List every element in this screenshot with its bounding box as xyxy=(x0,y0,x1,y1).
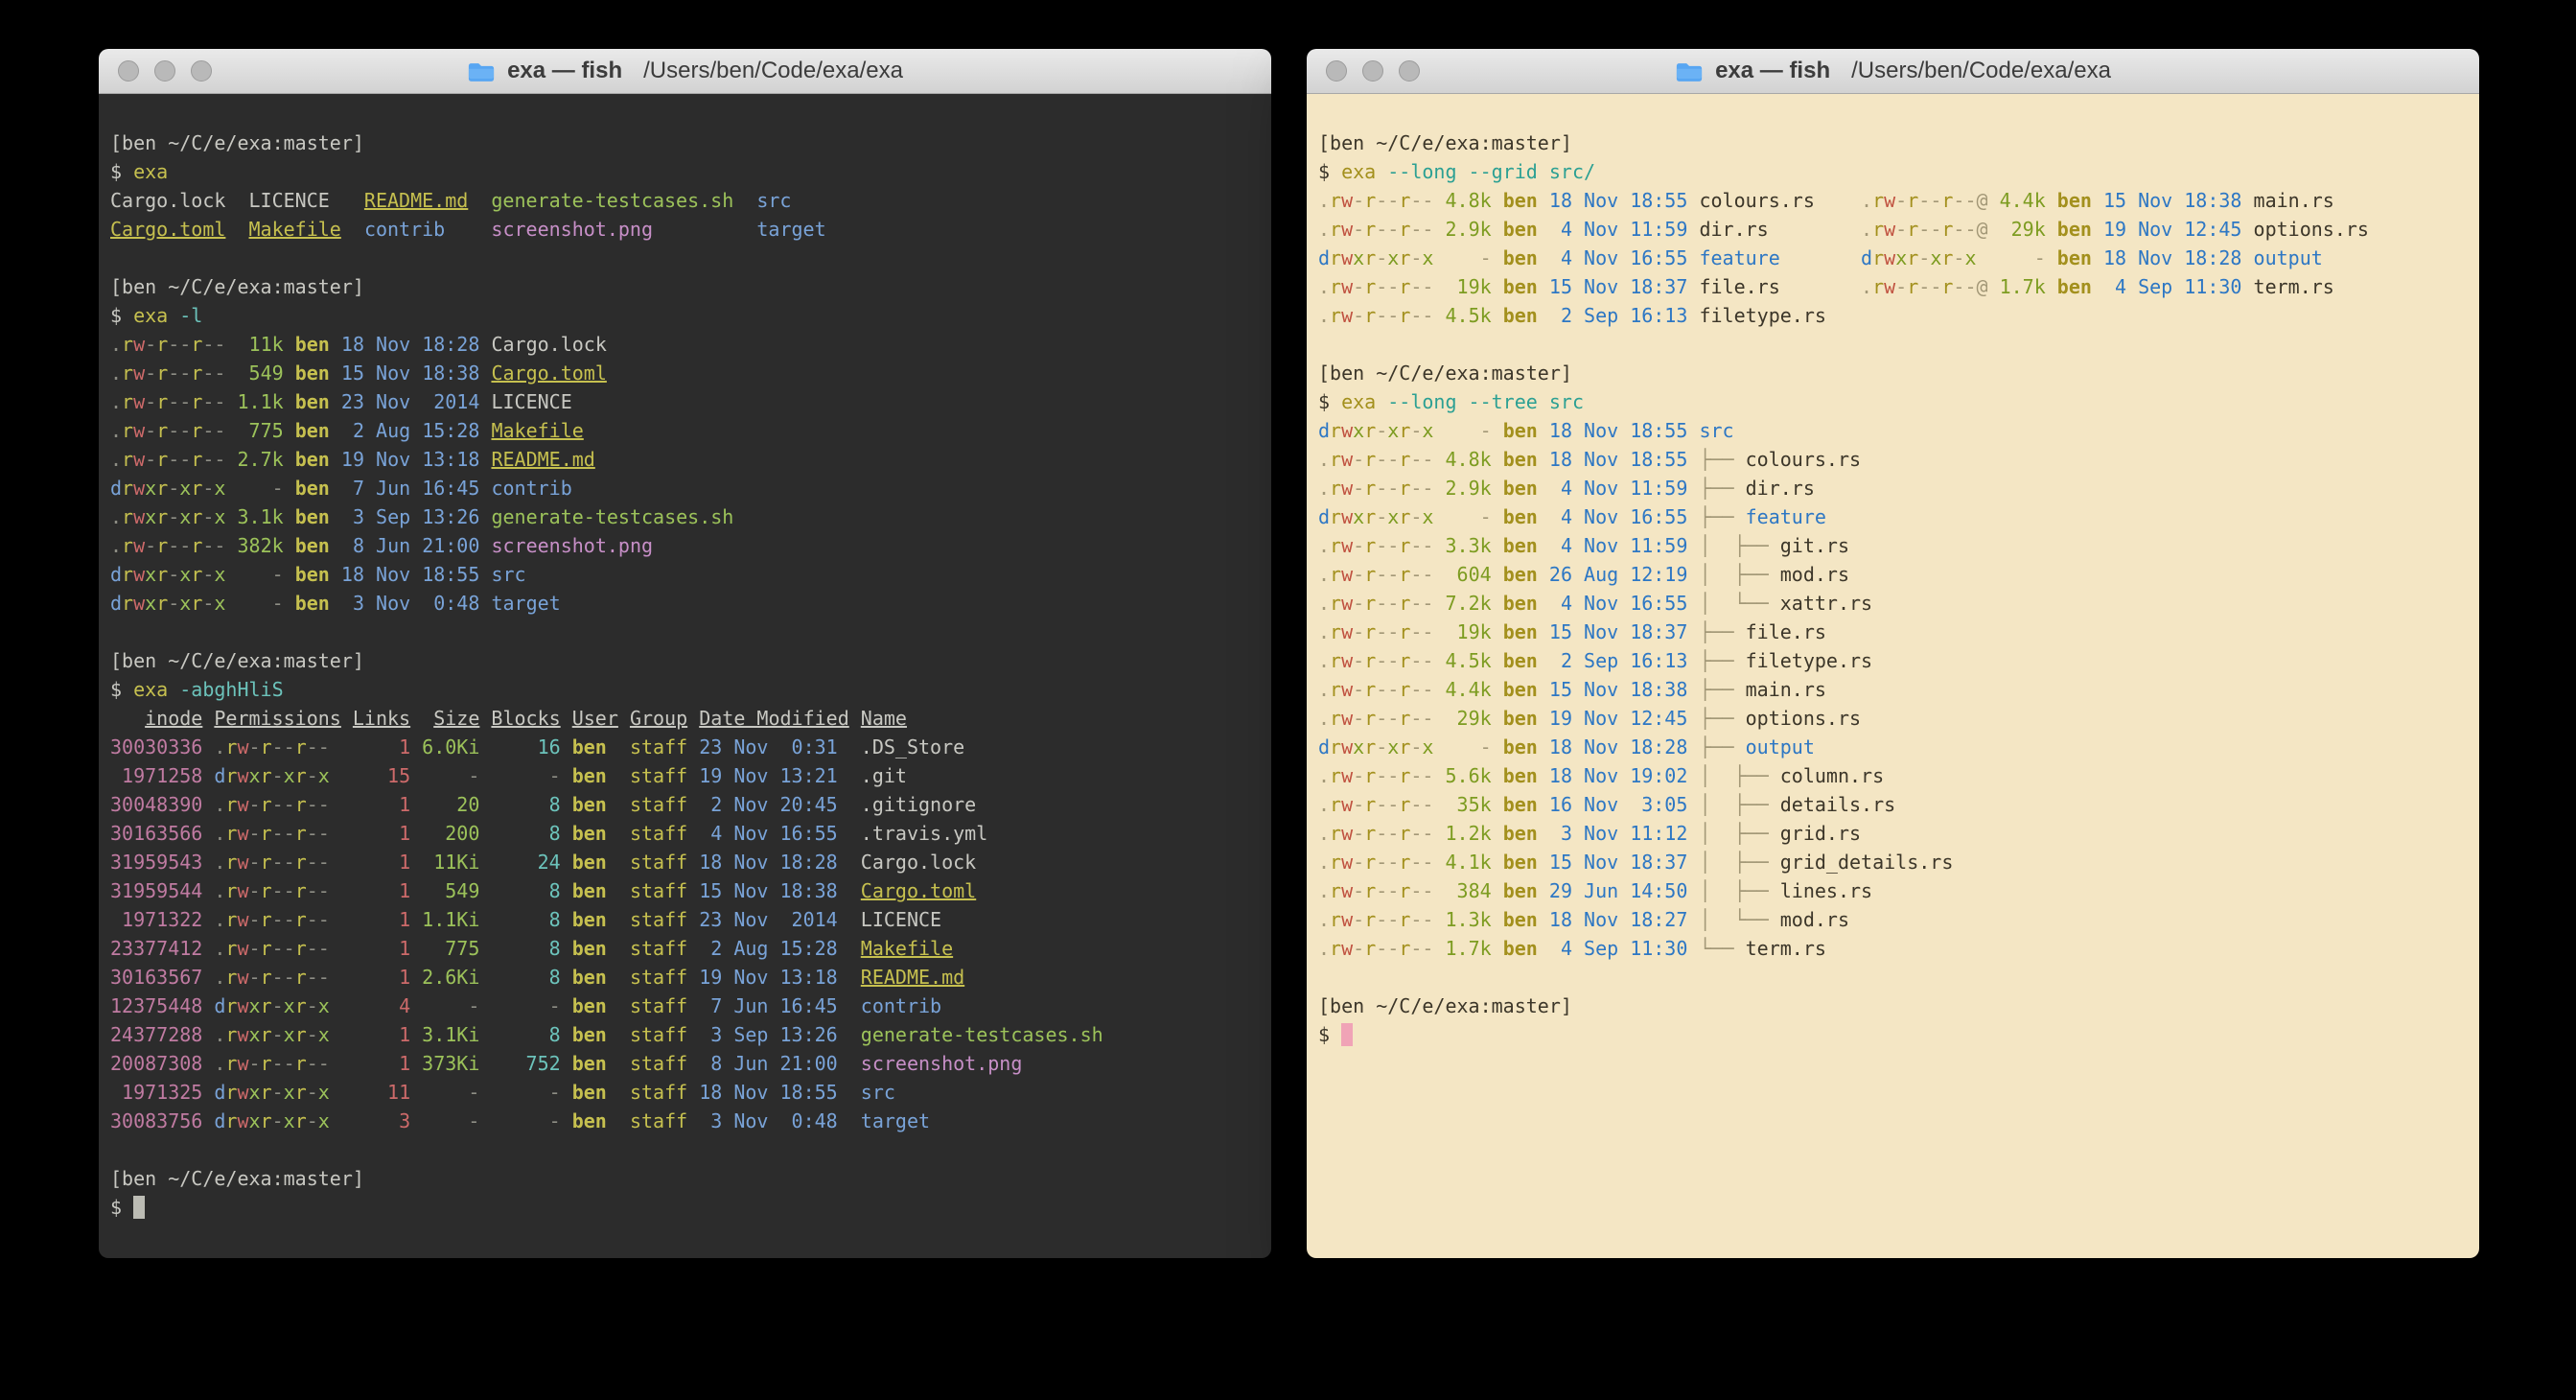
terminal-line: drwxr-xr-x - ben 18 Nov 18:55 src xyxy=(1318,416,2479,445)
terminal-line: 1971322 .rw-r--r-- 1 1.1Ki 8 ben staff 2… xyxy=(110,905,1271,934)
titlebar[interactable]: exa — fish /Users/ben/Code/exa/exa xyxy=(99,49,1271,94)
terminal-line: .rw-r--r-- 4.8k ben 18 Nov 18:55 colours… xyxy=(1318,186,2479,215)
window-title-path: /Users/ben/Code/exa/exa xyxy=(643,58,903,84)
close-button[interactable] xyxy=(1326,60,1347,82)
terminal-line: [ben ~/C/e/exa:master] xyxy=(1318,992,2479,1020)
terminal-line: $ exa --long --tree src xyxy=(1318,387,2479,416)
terminal-line: drwxr-xr-x - ben 4 Nov 16:55 feature drw… xyxy=(1318,244,2479,272)
terminal-line: .rw-r--r-- 3.3k ben 4 Nov 11:59 │ ├── gi… xyxy=(1318,531,2479,560)
window-title: exa — fish /Users/ben/Code/exa/exa xyxy=(1675,58,2111,84)
terminal-line xyxy=(110,1135,1271,1164)
terminal-line: .rw-r--r-- 4.1k ben 15 Nov 18:37 │ ├── g… xyxy=(1318,848,2479,876)
titlebar[interactable]: exa — fish /Users/ben/Code/exa/exa xyxy=(1307,49,2479,94)
terminal-line: drwxr-xr-x - ben 3 Nov 0:48 target xyxy=(110,589,1271,618)
terminal-line: .rw-r--r-- 19k ben 15 Nov 18:37 ├── file… xyxy=(1318,618,2479,646)
zoom-button[interactable] xyxy=(1399,60,1420,82)
terminal-line: .rwxr-xr-x 3.1k ben 3 Sep 13:26 generate… xyxy=(110,502,1271,531)
terminal-cursor xyxy=(1341,1023,1353,1046)
terminal-line: .rw-r--r-- 19k ben 15 Nov 18:37 file.rs … xyxy=(1318,272,2479,301)
terminal-line xyxy=(110,244,1271,272)
terminal-line: $ exa -abghHliS xyxy=(110,675,1271,704)
terminal-line: .rw-r--r-- 5.6k ben 18 Nov 19:02 │ ├── c… xyxy=(1318,761,2479,790)
terminal-line xyxy=(1318,330,2479,359)
terminal-window-light: exa — fish /Users/ben/Code/exa/exa [ben … xyxy=(1307,49,2479,1258)
terminal-line: $ xyxy=(110,1193,1271,1222)
terminal-line: 1971258 drwxr-xr-x 15 - - ben staff 19 N… xyxy=(110,761,1271,790)
terminal-line xyxy=(1318,963,2479,992)
terminal-line: .rw-r--r-- 549 ben 15 Nov 18:38 Cargo.to… xyxy=(110,359,1271,387)
folder-icon xyxy=(1675,59,1704,83)
terminal-line: [ben ~/C/e/exa:master] xyxy=(110,272,1271,301)
terminal-line: .rw-r--r-- 4.5k ben 2 Sep 16:13 filetype… xyxy=(1318,301,2479,330)
terminal-line: .rw-r--r-- 775 ben 2 Aug 15:28 Makefile xyxy=(110,416,1271,445)
terminal-line: $ exa --long --grid src/ xyxy=(1318,157,2479,186)
terminal-line: 31959544 .rw-r--r-- 1 549 8 ben staff 15… xyxy=(110,876,1271,905)
terminal-line: Cargo.lock LICENCE README.md generate-te… xyxy=(110,186,1271,215)
terminal-line: [ben ~/C/e/exa:master] xyxy=(1318,359,2479,387)
terminal-output[interactable]: [ben ~/C/e/exa:master]$ exaCargo.lock LI… xyxy=(99,94,1271,1258)
terminal-line: .rw-r--r-- 604 ben 26 Aug 12:19 │ ├── mo… xyxy=(1318,560,2479,589)
terminal-line: .rw-r--r-- 384 ben 29 Jun 14:50 │ ├── li… xyxy=(1318,876,2479,905)
terminal-line: .rw-r--r-- 382k ben 8 Jun 21:00 screensh… xyxy=(110,531,1271,560)
terminal-line: drwxr-xr-x - ben 4 Nov 16:55 ├── feature xyxy=(1318,502,2479,531)
terminal-line: .rw-r--r-- 2.7k ben 19 Nov 13:18 README.… xyxy=(110,445,1271,474)
window-title-app: exa — fish xyxy=(507,58,622,84)
terminal-window-dark: exa — fish /Users/ben/Code/exa/exa [ben … xyxy=(99,49,1271,1258)
terminal-line: [ben ~/C/e/exa:master] xyxy=(110,1164,1271,1193)
terminal-line: .rw-r--r-- 35k ben 16 Nov 3:05 │ ├── det… xyxy=(1318,790,2479,819)
close-button[interactable] xyxy=(118,60,139,82)
terminal-line: [ben ~/C/e/exa:master] xyxy=(110,128,1271,157)
terminal-line: $ xyxy=(1318,1020,2479,1049)
desktop-background: exa — fish /Users/ben/Code/exa/exa [ben … xyxy=(0,0,2576,1400)
terminal-line: .rw-r--r-- 2.9k ben 4 Nov 11:59 dir.rs .… xyxy=(1318,215,2479,244)
window-title: exa — fish /Users/ben/Code/exa/exa xyxy=(467,58,903,84)
terminal-line xyxy=(110,618,1271,646)
terminal-line: 30163567 .rw-r--r-- 1 2.6Ki 8 ben staff … xyxy=(110,963,1271,992)
window-controls xyxy=(118,49,212,93)
terminal-line: [ben ~/C/e/exa:master] xyxy=(1318,128,2479,157)
terminal-line: 31959543 .rw-r--r-- 1 11Ki 24 ben staff … xyxy=(110,848,1271,876)
terminal-line: .rw-r--r-- 7.2k ben 4 Nov 16:55 │ └── xa… xyxy=(1318,589,2479,618)
terminal-line: .rw-r--r-- 1.1k ben 23 Nov 2014 LICENCE xyxy=(110,387,1271,416)
terminal-line: 30030336 .rw-r--r-- 1 6.0Ki 16 ben staff… xyxy=(110,733,1271,761)
terminal-line: 1971325 drwxr-xr-x 11 - - ben staff 18 N… xyxy=(110,1078,1271,1107)
terminal-line: inode Permissions Links Size Blocks User… xyxy=(110,704,1271,733)
terminal-line: Cargo.toml Makefile contrib screenshot.p… xyxy=(110,215,1271,244)
terminal-line: .rw-r--r-- 11k ben 18 Nov 18:28 Cargo.lo… xyxy=(110,330,1271,359)
window-title-path: /Users/ben/Code/exa/exa xyxy=(1851,58,2111,84)
minimize-button[interactable] xyxy=(154,60,175,82)
window-controls xyxy=(1326,49,1420,93)
terminal-line: .rw-r--r-- 1.7k ben 4 Sep 11:30 └── term… xyxy=(1318,934,2479,963)
terminal-line: .rw-r--r-- 4.4k ben 15 Nov 18:38 ├── mai… xyxy=(1318,675,2479,704)
terminal-line: 12375448 drwxr-xr-x 4 - - ben staff 7 Ju… xyxy=(110,992,1271,1020)
terminal-line: .rw-r--r-- 4.5k ben 2 Sep 16:13 ├── file… xyxy=(1318,646,2479,675)
terminal-line: .rw-r--r-- 29k ben 19 Nov 12:45 ├── opti… xyxy=(1318,704,2479,733)
terminal-line: .rw-r--r-- 1.3k ben 18 Nov 18:27 │ └── m… xyxy=(1318,905,2479,934)
terminal-line: .rw-r--r-- 1.2k ben 3 Nov 11:12 │ ├── gr… xyxy=(1318,819,2479,848)
terminal-line: $ exa xyxy=(110,157,1271,186)
window-title-app: exa — fish xyxy=(1715,58,1830,84)
terminal-line: 20087308 .rw-r--r-- 1 373Ki 752 ben staf… xyxy=(110,1049,1271,1078)
terminal-line: drwxr-xr-x - ben 18 Nov 18:28 ├── output xyxy=(1318,733,2479,761)
terminal-line: 30083756 drwxr-xr-x 3 - - ben staff 3 No… xyxy=(110,1107,1271,1135)
minimize-button[interactable] xyxy=(1362,60,1383,82)
terminal-line: drwxr-xr-x - ben 7 Jun 16:45 contrib xyxy=(110,474,1271,502)
terminal-line: 24377288 .rwxr-xr-x 1 3.1Ki 8 ben staff … xyxy=(110,1020,1271,1049)
folder-icon xyxy=(467,59,496,83)
terminal-cursor xyxy=(133,1196,145,1219)
terminal-line: drwxr-xr-x - ben 18 Nov 18:55 src xyxy=(110,560,1271,589)
terminal-line: 30048390 .rw-r--r-- 1 20 8 ben staff 2 N… xyxy=(110,790,1271,819)
zoom-button[interactable] xyxy=(191,60,212,82)
terminal-line: 23377412 .rw-r--r-- 1 775 8 ben staff 2 … xyxy=(110,934,1271,963)
terminal-line: $ exa -l xyxy=(110,301,1271,330)
terminal-line: [ben ~/C/e/exa:master] xyxy=(110,646,1271,675)
terminal-line: .rw-r--r-- 2.9k ben 4 Nov 11:59 ├── dir.… xyxy=(1318,474,2479,502)
terminal-line: 30163566 .rw-r--r-- 1 200 8 ben staff 4 … xyxy=(110,819,1271,848)
terminal-output[interactable]: [ben ~/C/e/exa:master]$ exa --long --gri… xyxy=(1307,94,2479,1258)
terminal-line: .rw-r--r-- 4.8k ben 18 Nov 18:55 ├── col… xyxy=(1318,445,2479,474)
